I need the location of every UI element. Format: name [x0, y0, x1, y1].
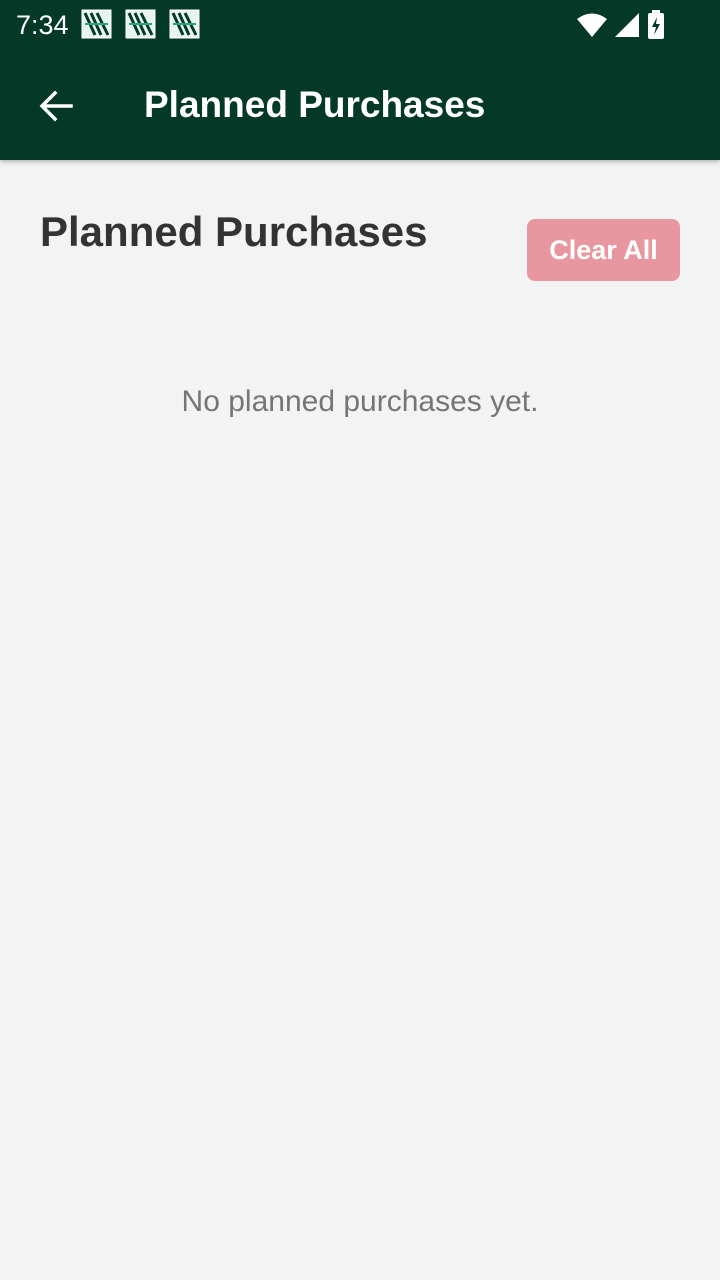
arrow-left-icon: [39, 90, 73, 122]
app-bar: Planned Purchases: [0, 52, 720, 160]
system-icons: [576, 10, 666, 40]
notification-icons: [81, 9, 200, 39]
battery-charging-icon: [648, 10, 664, 39]
status-time: 7:34: [16, 10, 69, 40]
wifi-icon: [577, 13, 607, 37]
status-bar: 7:34: [0, 0, 720, 52]
clear-all-button[interactable]: Clear All: [527, 219, 680, 281]
app-notification-icon: [125, 9, 156, 39]
page-title: Planned Purchases: [40, 208, 428, 255]
cellular-signal-icon: [615, 13, 639, 37]
empty-state-message: No planned purchases yet.: [181, 385, 539, 418]
app-bar-title: Planned Purchases: [144, 84, 486, 125]
app-notification-icon: [169, 9, 200, 39]
app-notification-icon: [81, 9, 112, 39]
back-button[interactable]: [24, 76, 88, 136]
